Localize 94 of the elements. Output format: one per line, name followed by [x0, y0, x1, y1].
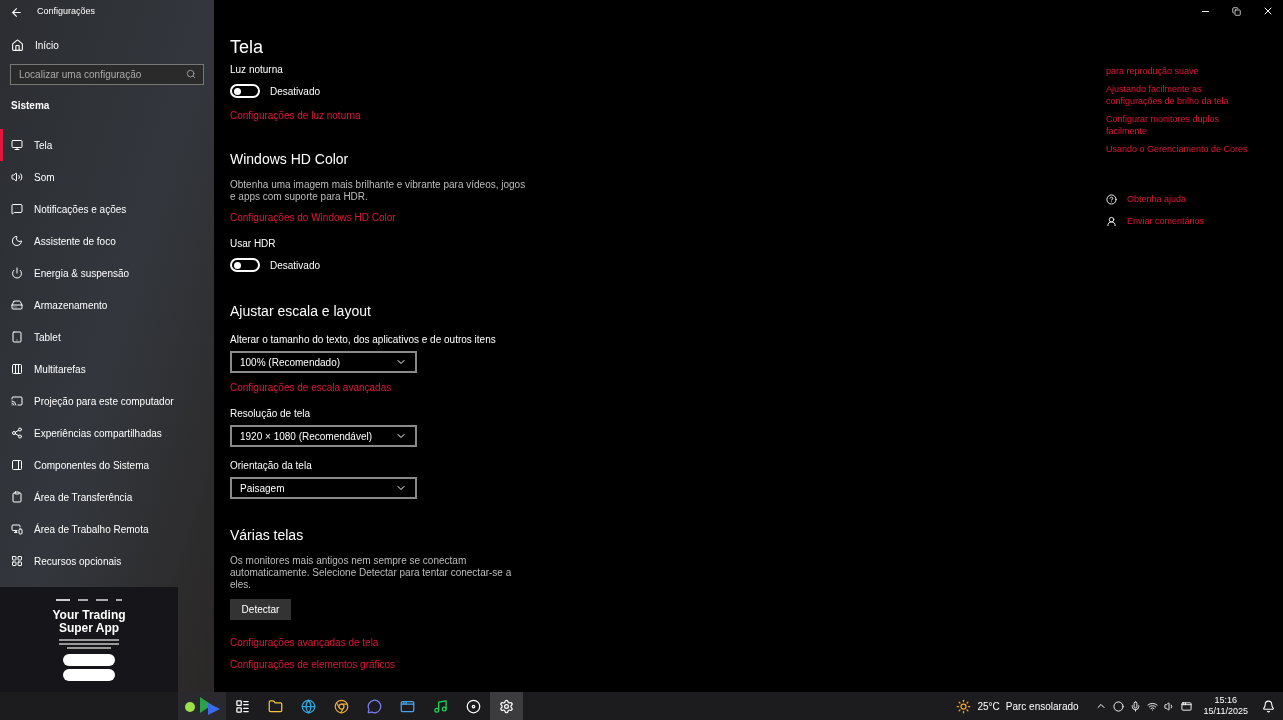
sun-icon — [956, 698, 972, 714]
settings-icon — [499, 698, 514, 714]
setting-label: Alterar o tamanho do texto, dos aplicativos e de outros itens — [230, 333, 497, 347]
preview-headline: Your Trading Super App — [51, 609, 127, 635]
devices-icon — [11, 523, 23, 535]
settings-link[interactable]: Configurações do Windows HD Color — [230, 211, 396, 225]
sidebar-item[interactable]: Som — [0, 161, 214, 193]
related-link[interactable]: Configurar monitores duplos facilmente — [1106, 113, 1256, 137]
notification-icon[interactable] — [1262, 699, 1275, 713]
dropdown[interactable]: 100% (Recomendado) — [230, 351, 417, 373]
setting-label: Resolução de tela — [230, 407, 312, 421]
section-title: Sistema — [10, 99, 51, 113]
columns-icon — [11, 363, 23, 375]
section-heading: Windows HD Color — [230, 150, 350, 169]
home-link[interactable]: Início — [35, 38, 59, 53]
speaker-icon — [11, 171, 23, 183]
drive-icon — [11, 299, 23, 311]
detect-button[interactable]: Detectar — [230, 599, 291, 620]
browser-icon — [334, 698, 349, 714]
page-title: Tela — [230, 36, 265, 59]
tablet-icon — [11, 331, 23, 343]
person-icon — [1106, 215, 1117, 227]
disc-icon — [466, 698, 481, 714]
setting-label: Orientação da tela — [230, 459, 313, 473]
help-link[interactable]: Obtenha ajuda — [1127, 193, 1187, 207]
network-icon[interactable] — [1146, 700, 1158, 712]
store-pill — [63, 669, 115, 681]
setting-label: Luz noturna — [230, 63, 284, 77]
dropdown[interactable]: Paisagem — [230, 477, 417, 499]
toggle-switch[interactable] — [230, 258, 260, 272]
help-icon — [1106, 194, 1117, 206]
section-heading: Ajustar escala e layout — [230, 302, 372, 321]
grid-icon — [11, 555, 23, 567]
widget-drawing[interactable] — [178, 692, 226, 720]
home-icon[interactable] — [11, 39, 24, 52]
app-window-icon — [400, 698, 415, 714]
sidebar-item[interactable]: Assistente de foco — [0, 225, 214, 257]
message-icon — [11, 203, 23, 215]
settings-link[interactable]: Configurações de escala avançadas — [230, 381, 392, 395]
window-title: Configurações — [37, 5, 96, 19]
preview-text-drawing — [59, 639, 119, 649]
chat-icon — [367, 698, 382, 714]
microphone-icon[interactable] — [1129, 700, 1141, 712]
moon-icon — [11, 235, 23, 247]
toggle-switch[interactable] — [230, 84, 260, 98]
search-icon — [186, 69, 196, 79]
store-pill — [63, 654, 115, 666]
globe-icon — [301, 698, 316, 714]
power-icon — [11, 267, 23, 279]
help-link[interactable]: Enviar comentários — [1127, 214, 1205, 228]
record-icon[interactable] — [1112, 700, 1124, 712]
weather-text: Parc ensolarado — [1005, 699, 1079, 714]
folder-icon — [268, 698, 283, 714]
related-link[interactable]: Usando o Gerenciamento de Cores — [1106, 143, 1256, 155]
settings-link[interactable]: Configurações avançadas de tela — [230, 636, 379, 650]
sidebar-item[interactable]: Armazenamento — [0, 289, 214, 321]
volume-icon[interactable] — [1163, 700, 1175, 712]
clipboard-icon — [11, 491, 23, 503]
sidebar-item[interactable]: Área de Trabalho Remota — [0, 513, 214, 545]
sidebar-item[interactable]: Experiências compartilhadas — [0, 417, 214, 449]
search-field[interactable]: Localizar uma configuração — [10, 64, 204, 85]
sidebar-item[interactable]: Área de Transferência — [0, 481, 214, 513]
toggle-state-text: Desativado — [270, 84, 321, 99]
settings-link[interactable]: Configurações de luz noturna — [230, 109, 361, 123]
clock-time: 15:16 — [1214, 695, 1238, 706]
sidebar-item[interactable]: Tela — [0, 129, 214, 161]
related-link[interactable]: Ajustando facilmente as configurações de brilho da tela — [1106, 83, 1256, 107]
sidebar-item[interactable]: Notificações e ações — [0, 193, 214, 225]
section-heading: Várias telas — [230, 526, 305, 545]
description-text: Obtenha uma imagem mais brilhante e vibrante para vídeos, jogos e apps com suporte para HDR. — [230, 179, 527, 203]
restore-icon[interactable] — [1232, 6, 1241, 16]
toggle-state-text: Desativado — [270, 258, 321, 273]
setting-label: Usar HDR — [230, 237, 277, 251]
sidebar-item[interactable]: Multitarefas — [0, 353, 214, 385]
share-icon — [11, 427, 23, 439]
settings-link[interactable]: Configurações de elementos gráficos — [230, 658, 396, 672]
description-text: Os monitores mais antigos nem sempre se conectam automaticamente. Selecione Detectar para tentar conectar-se a eles. — [230, 555, 513, 591]
task-view-icon — [235, 698, 250, 714]
clock-date: 15/11/2025 — [1203, 706, 1248, 717]
sidebar-item[interactable]: Componentes do Sistema — [0, 449, 214, 481]
weather-temp: 25°C — [977, 699, 1000, 714]
back-arrow-icon[interactable] — [10, 5, 23, 19]
sidebar-item[interactable]: Tablet — [0, 321, 214, 353]
sidebar-item[interactable]: Energia & suspensão — [0, 257, 214, 289]
panel-icon — [11, 459, 23, 471]
related-link[interactable]: para reprodução suave — [1106, 65, 1256, 77]
music-icon — [433, 698, 448, 714]
dropdown[interactable]: 1920 × 1080 (Recomendável) — [230, 425, 417, 447]
sidebar-item[interactable]: Recursos opcionais — [0, 545, 214, 577]
monitor-icon — [11, 139, 23, 151]
sidebar-item[interactable]: Projeção para este computador — [0, 385, 214, 417]
taskbar-app[interactable] — [490, 692, 523, 720]
cast-icon — [11, 395, 23, 407]
window-icon[interactable] — [1180, 700, 1192, 712]
